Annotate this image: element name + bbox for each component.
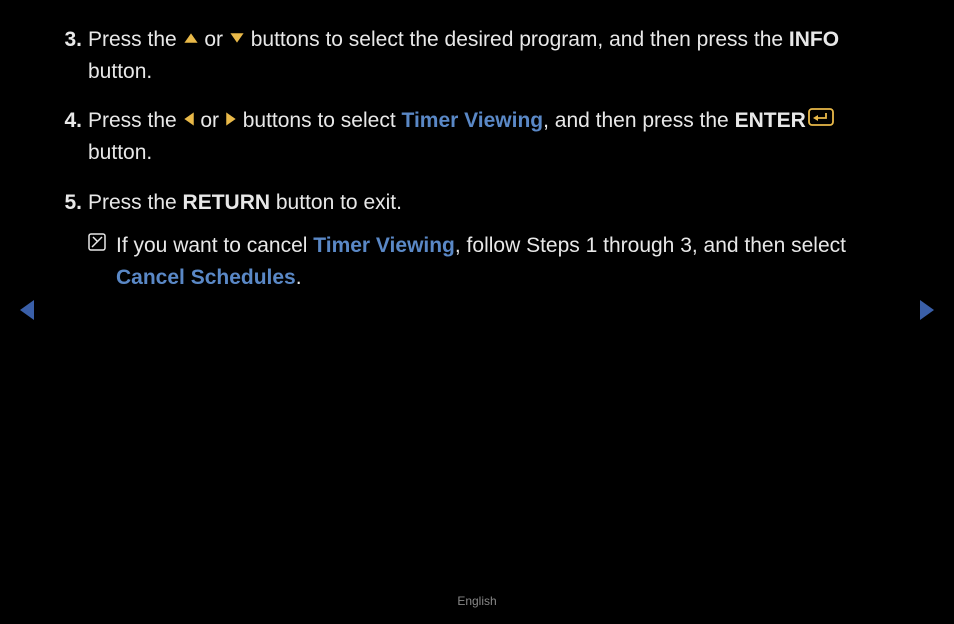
timer-viewing-link: Timer Viewing [313,234,455,257]
step-text: Press the or buttons to select Timer Vie… [88,105,894,169]
text-fragment: Press the [88,191,183,214]
text-fragment: Press the [88,109,183,132]
note-icon-wrap [88,230,116,293]
text-fragment: , follow Steps 1 through 3, and then sel… [455,234,846,257]
text-fragment: button. [88,141,152,164]
left-arrow-icon [183,111,195,127]
right-arrow-icon [225,111,237,127]
next-page-button[interactable] [918,298,936,332]
step-number: 4. [60,105,88,169]
enter-button-label: ENTER [735,109,806,132]
up-arrow-icon [183,32,199,44]
return-button-label: RETURN [183,191,271,214]
text-fragment: button to exit. [270,191,402,214]
text-fragment: buttons to select the desired program, a… [245,28,789,51]
info-button-label: INFO [789,28,839,51]
timer-viewing-link: Timer Viewing [402,109,544,132]
step-4: 4. Press the or buttons to select Timer … [60,105,894,169]
text-fragment: or [199,28,229,51]
prev-page-button[interactable] [18,298,36,332]
cancel-schedules-link: Cancel Schedules [116,266,296,289]
text-fragment: If you want to cancel [116,234,313,257]
enter-icon [808,104,834,136]
step-3: 3. Press the or buttons to select the de… [60,24,894,87]
step-text: Press the RETURN button to exit. If you … [88,187,894,294]
text-fragment: Press the [88,28,183,51]
footer-language: English [0,592,954,610]
text-fragment: button. [88,60,152,83]
note: If you want to cancel Timer Viewing, fol… [88,230,894,293]
down-arrow-icon [229,32,245,44]
step-number: 5. [60,187,88,294]
text-fragment: buttons to select [237,109,402,132]
text-fragment: , and then press the [543,109,734,132]
note-text: If you want to cancel Timer Viewing, fol… [116,230,894,293]
text-fragment: or [195,109,225,132]
step-5: 5. Press the RETURN button to exit. If y… [60,187,894,294]
text-fragment: . [296,266,302,289]
step-text: Press the or buttons to select the desir… [88,24,894,87]
step-number: 3. [60,24,88,87]
note-icon [88,229,106,261]
instruction-content: 3. Press the or buttons to select the de… [0,0,954,293]
